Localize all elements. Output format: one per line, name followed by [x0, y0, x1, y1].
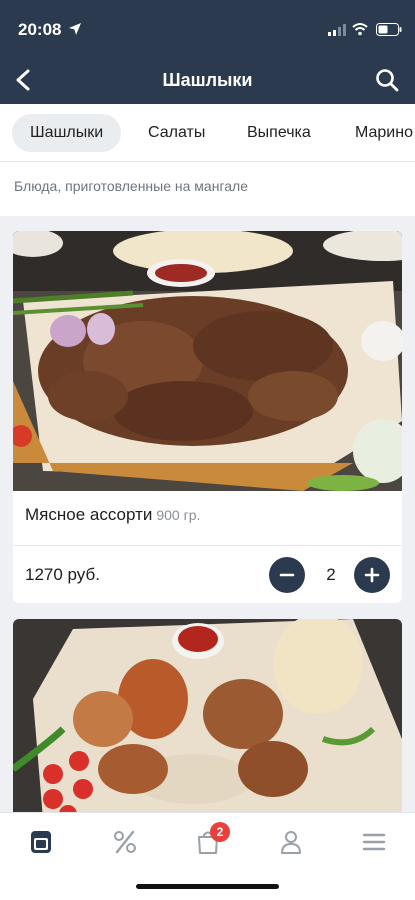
tab-menu[interactable]	[21, 825, 61, 859]
tab-salaty[interactable]: Салаты	[130, 114, 223, 152]
burger-icon	[362, 833, 386, 851]
product-price: 1270 руб.	[25, 565, 100, 584]
battery-icon	[376, 23, 402, 36]
decrease-quantity-button[interactable]	[269, 557, 305, 593]
profile-icon	[281, 831, 301, 854]
cart-badge: 2	[210, 822, 230, 842]
back-button[interactable]	[6, 62, 42, 98]
product-name: Мясное ассорти	[25, 505, 153, 524]
search-button[interactable]	[371, 64, 403, 96]
cellular-signal-icon	[328, 24, 346, 36]
nav-bar: Шашлыки	[0, 56, 415, 104]
header-bar: 20:08 Шашлыки	[0, 0, 415, 104]
product-weight: 900 гр.	[156, 507, 201, 523]
tab-discounts[interactable]	[105, 825, 145, 859]
increase-quantity-button[interactable]	[354, 557, 390, 593]
plus-icon	[364, 567, 380, 583]
discount-icon	[114, 830, 136, 854]
category-description: Блюда, приготовленные на мангале	[14, 178, 248, 194]
tab-profile[interactable]	[271, 825, 311, 859]
category-tabs: Шашлыки Салаты Выпечка Марино	[0, 104, 415, 162]
product-photo	[13, 231, 402, 491]
tab-more[interactable]	[354, 825, 394, 859]
tab-marinovannoe[interactable]: Марино	[337, 114, 415, 152]
status-time: 20:08	[18, 20, 62, 39]
page-title: Шашлыки	[162, 70, 253, 90]
status-bar: 20:08	[0, 0, 415, 56]
product-price-row: 1270 руб. 2	[13, 546, 402, 603]
product-photo	[13, 619, 402, 819]
product-card[interactable]: Мясное ассорти 900 гр. 1270 руб. 2	[13, 231, 402, 603]
minus-icon	[279, 573, 295, 577]
quantity-value: 2	[326, 565, 336, 584]
wifi-icon	[352, 23, 368, 36]
menu-icon	[31, 831, 51, 853]
search-icon	[376, 69, 399, 92]
home-indicator	[136, 884, 279, 889]
product-card[interactable]	[13, 619, 402, 819]
chevron-left-icon	[16, 69, 30, 91]
product-name-row: Мясное ассорти 900 гр.	[13, 491, 402, 545]
location-arrow-icon	[69, 23, 81, 35]
tab-vypechka[interactable]: Выпечка	[229, 114, 329, 152]
tab-shashlyki[interactable]: Шашлыки	[12, 114, 122, 152]
